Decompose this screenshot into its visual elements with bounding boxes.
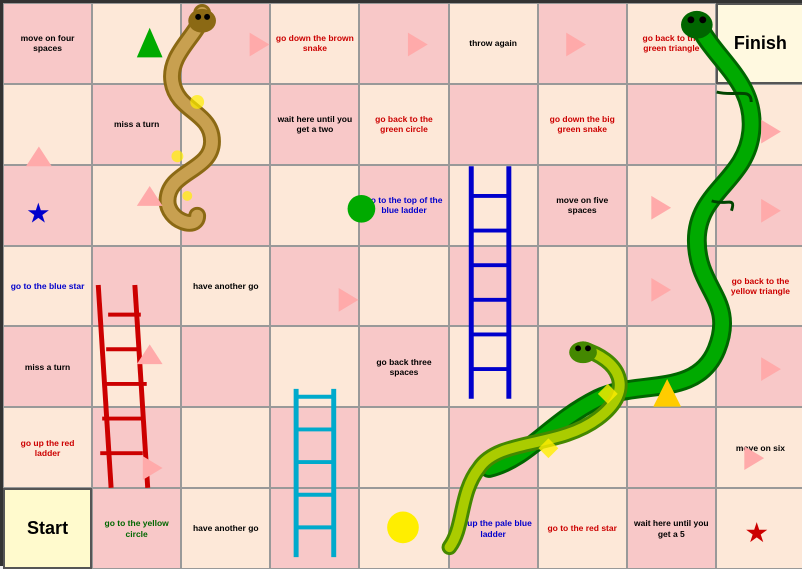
cell-r4c1 [92, 326, 181, 407]
cell-r6c6: go to the red star [538, 488, 627, 569]
cell-text-r1c4: go back to the green circle [363, 114, 444, 134]
cell-r5c1 [92, 407, 181, 488]
cell-r2c8 [716, 165, 802, 246]
cell-text-r0c8: Finish [734, 33, 787, 55]
cell-text-r3c8: go back to the yellow triangle [720, 276, 801, 296]
cell-r5c0: go up the red ladder [3, 407, 92, 488]
cell-r6c8 [716, 488, 802, 569]
cell-r3c4 [359, 246, 448, 327]
cell-r1c0 [3, 84, 92, 165]
cell-r4c5 [449, 326, 538, 407]
cell-r6c5: go up the pale blue ladder [449, 488, 538, 569]
cell-r0c0: move on four spaces [3, 3, 92, 84]
cell-r5c7 [627, 407, 716, 488]
cell-text-r3c2: have another go [193, 281, 259, 291]
cell-r1c4: go back to the green circle [359, 84, 448, 165]
cell-text-r6c1: go to the yellow circle [96, 518, 177, 538]
cell-r2c4: go to the top of the blue ladder [359, 165, 448, 246]
cell-text-r5c8: move on six [736, 443, 785, 453]
cell-r5c4 [359, 407, 448, 488]
cell-r0c4 [359, 3, 448, 84]
cell-r0c5: throw again [449, 3, 538, 84]
cell-r5c2 [181, 407, 270, 488]
cell-text-r0c0: move on four spaces [7, 33, 88, 53]
cell-r2c5 [449, 165, 538, 246]
cell-text-r3c0: go to the blue star [11, 281, 85, 291]
cell-r6c7: wait here until you get a 5 [627, 488, 716, 569]
cell-r4c0: miss a turn [3, 326, 92, 407]
cell-r4c2 [181, 326, 270, 407]
cell-r6c0: Start [3, 488, 92, 569]
cell-r2c6: move on five spaces [538, 165, 627, 246]
cell-r3c1 [92, 246, 181, 327]
cell-r1c2 [181, 84, 270, 165]
cell-r6c2: have another go [181, 488, 270, 569]
cell-text-r0c3: go down the brown snake [274, 33, 355, 53]
cell-r3c0: go to the blue star [3, 246, 92, 327]
cell-r3c7 [627, 246, 716, 327]
cell-r5c6 [538, 407, 627, 488]
cell-r5c8: move on six [716, 407, 802, 488]
cell-r1c1: miss a turn [92, 84, 181, 165]
cell-r0c7: go back to the green triangle [627, 3, 716, 84]
cell-r4c6 [538, 326, 627, 407]
cell-text-r6c5: go up the pale blue ladder [453, 518, 534, 538]
cell-r1c3: wait here until you get a two [270, 84, 359, 165]
cell-text-r6c0: Start [27, 518, 68, 540]
cell-r6c4 [359, 488, 448, 569]
cell-text-r1c6: go down the big green snake [542, 114, 623, 134]
cell-r4c3 [270, 326, 359, 407]
cell-text-r6c2: have another go [193, 523, 259, 533]
cell-r2c3 [270, 165, 359, 246]
cell-r2c0 [3, 165, 92, 246]
cell-r1c5 [449, 84, 538, 165]
cell-text-r6c7: wait here until you get a 5 [631, 518, 712, 538]
cell-text-r1c1: miss a turn [114, 119, 159, 129]
cell-r4c7 [627, 326, 716, 407]
cell-r0c2 [181, 3, 270, 84]
cell-r5c3 [270, 407, 359, 488]
cell-r2c7 [627, 165, 716, 246]
cell-r3c3 [270, 246, 359, 327]
cell-r1c8 [716, 84, 802, 165]
cell-text-r2c6: move on five spaces [542, 195, 623, 215]
cell-r6c1: go to the yellow circle [92, 488, 181, 569]
cell-r4c8 [716, 326, 802, 407]
cell-text-r1c3: wait here until you get a two [274, 114, 355, 134]
cell-r6c3 [270, 488, 359, 569]
cell-text-r0c5: throw again [469, 38, 517, 48]
cell-r3c2: have another go [181, 246, 270, 327]
cell-r3c5 [449, 246, 538, 327]
cell-r0c1 [92, 3, 181, 84]
cell-r5c5 [449, 407, 538, 488]
cell-text-r2c4: go to the top of the blue ladder [363, 195, 444, 215]
cell-text-r0c7: go back to the green triangle [631, 33, 712, 53]
cell-r4c4: go back three spaces [359, 326, 448, 407]
game-board: ★ ★ move on four spacesgo down the brown… [0, 0, 802, 566]
cell-r3c8: go back to the yellow triangle [716, 246, 802, 327]
cell-r0c8: Finish [716, 3, 802, 84]
cell-text-r4c0: miss a turn [25, 362, 70, 372]
cell-r2c2 [181, 165, 270, 246]
cell-text-r4c4: go back three spaces [363, 357, 444, 377]
cell-text-r5c0: go up the red ladder [7, 438, 88, 458]
cell-r2c1 [92, 165, 181, 246]
cell-text-r6c6: go to the red star [547, 523, 616, 533]
cell-r0c3: go down the brown snake [270, 3, 359, 84]
cell-r1c6: go down the big green snake [538, 84, 627, 165]
cell-r3c6 [538, 246, 627, 327]
cell-r0c6 [538, 3, 627, 84]
cell-r1c7 [627, 84, 716, 165]
